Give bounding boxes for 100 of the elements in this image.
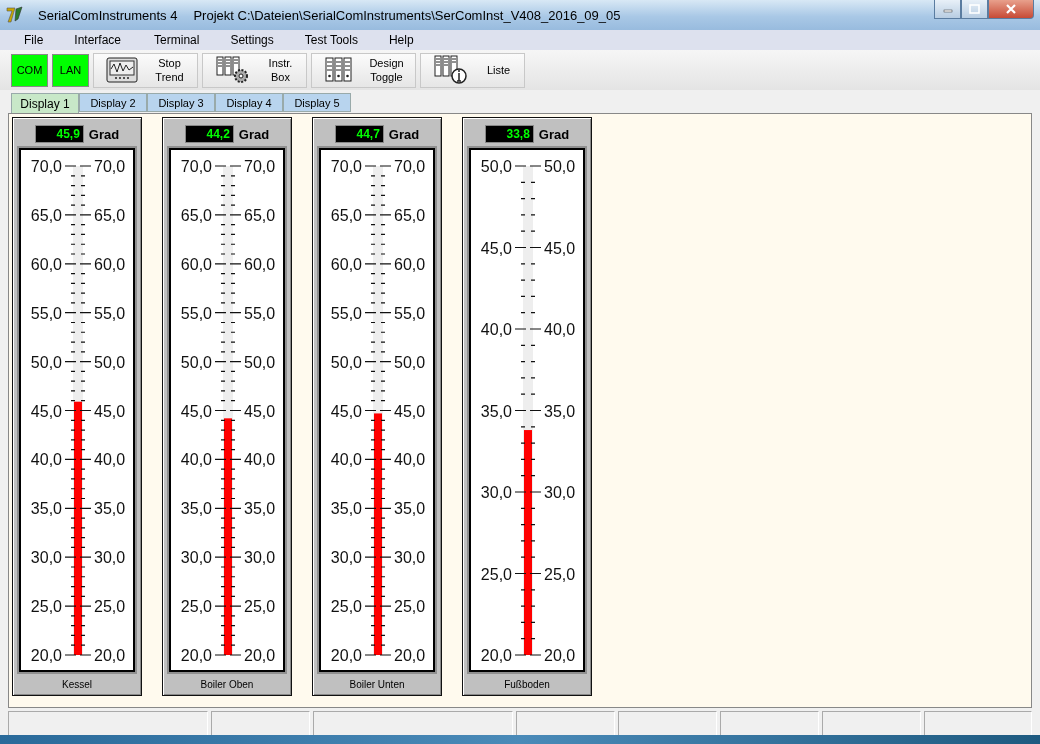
scale-label: 65,0 [94,206,126,224]
scale-label: 55,0 [94,304,126,322]
scale-label: 45,0 [394,402,426,420]
scale-label: 35,0 [30,500,62,518]
scale-label: 25,0 [94,598,126,616]
connection-status-button[interactable]: LAN [52,53,89,87]
scale-label: 30,0 [244,549,276,567]
toolbar-button[interactable]: Liste [420,52,525,88]
scale-label: 40,0 [394,451,426,469]
scale-label: 60,0 [330,255,362,273]
gauge-caption: Boiler Unten [349,679,405,690]
scale-label: 60,0 [180,255,212,273]
scale-label: 25,0 [480,565,512,583]
scale-label: 30,0 [180,549,212,567]
unit-label: Grad [238,126,270,142]
minimize-button[interactable] [934,0,961,19]
oscilloscope-icon [106,57,138,83]
scale-label: 35,0 [94,500,126,518]
display-tab[interactable]: Display 1 [11,93,79,114]
scale-label: 40,0 [94,451,126,469]
connection-status-button[interactable]: COM [11,53,48,87]
maximize-button[interactable] [961,0,988,19]
toolbar-button[interactable]: Instr. Box [202,52,307,88]
unit-label: Grad [538,126,570,142]
scale-label: 65,0 [244,206,276,224]
unit-label: Grad [88,126,120,142]
scale-label: 20,0 [94,647,126,664]
scale-label: 30,0 [330,549,362,567]
scale-label: 20,0 [244,647,276,664]
scale-label: 40,0 [480,321,512,338]
scale-label: 50,0 [330,353,362,371]
scale-label: 30,0 [394,549,426,567]
scale-label: 30,0 [544,484,576,501]
scale-label: 25,0 [180,598,212,616]
scale-label: 50,0 [180,353,212,371]
scale-label: 40,0 [30,451,62,469]
menu-item[interactable]: File [24,33,44,47]
scale-label: 65,0 [330,206,362,224]
racks-info-icon [433,55,469,85]
scale-label: 20,0 [30,647,62,664]
display-tab[interactable]: Display 4 [215,93,283,112]
temperature-readout: 33,8 [484,125,534,143]
scale-label: 65,0 [394,206,426,224]
display-tab[interactable]: Display 2 [79,93,147,112]
scale-label: 25,0 [394,598,426,616]
scale-label: 35,0 [480,402,512,420]
scale-label: 40,0 [330,451,362,469]
scale-label: 70,0 [94,158,126,175]
display-tab[interactable]: Display 3 [147,93,215,112]
scale-label: 45,0 [30,402,62,420]
scale-label: 40,0 [544,321,576,338]
racks-icon [324,57,354,83]
scale-label: 50,0 [544,158,576,175]
scale-label: 55,0 [330,304,362,322]
menu-item[interactable]: Test Tools [304,33,358,47]
scale-label: 50,0 [30,353,62,371]
scale-label: 70,0 [30,158,62,175]
menu-item[interactable]: Help [388,33,414,47]
scale-label: 50,0 [94,353,126,371]
scale-label: 70,0 [180,158,212,175]
scale-label: 35,0 [180,500,212,518]
scale-label: 35,0 [244,500,276,518]
scale-label: 45,0 [94,402,126,420]
gauge-caption: Fußboden [504,679,550,690]
gauge-caption: Kessel [62,679,92,690]
scale-label: 55,0 [30,304,62,322]
maximize-icon [968,4,981,14]
scale-label: 20,0 [330,647,362,664]
scale-label: 45,0 [480,239,512,257]
scale-label: 45,0 [544,239,576,257]
app-logo-icon [6,6,24,24]
unit-label: Grad [388,126,420,142]
app-title: SerialComInstruments 4 [38,7,178,23]
scale-label: 50,0 [480,158,512,175]
menu-item[interactable]: Settings [230,33,274,47]
scale-label: 70,0 [244,158,276,175]
scale-label: 55,0 [180,304,212,322]
close-button[interactable] [988,0,1034,19]
scale-label: 60,0 [244,255,276,273]
scale-label: 55,0 [244,304,276,322]
racks-gear-icon [215,56,251,84]
scale-label: 25,0 [244,598,276,616]
scale-label: 25,0 [30,598,62,616]
scale-label: 25,0 [544,565,576,583]
scale-label: 20,0 [480,647,512,664]
close-icon [1005,4,1017,14]
scale-label: 20,0 [394,647,426,664]
scale-label: 70,0 [394,158,426,175]
scale-label: 35,0 [330,500,362,518]
menu-item[interactable]: Terminal [154,33,200,47]
display-tab[interactable]: Display 5 [283,93,351,112]
scale-label: 20,0 [180,647,212,664]
scale-label: 40,0 [244,451,276,469]
toolbar-button[interactable]: Design Toggle [311,52,416,88]
project-path: Projekt C:\Dateien\SerialComInstruments\SerComInst_V408_2016_09_05 [193,7,621,23]
toolbar-button[interactable]: Stop Trend [93,52,198,88]
menu-item[interactable]: Interface [74,33,122,47]
scale-label: 65,0 [30,206,62,224]
scale-label: 50,0 [244,353,276,371]
gauge-caption: Boiler Oben [200,679,254,690]
